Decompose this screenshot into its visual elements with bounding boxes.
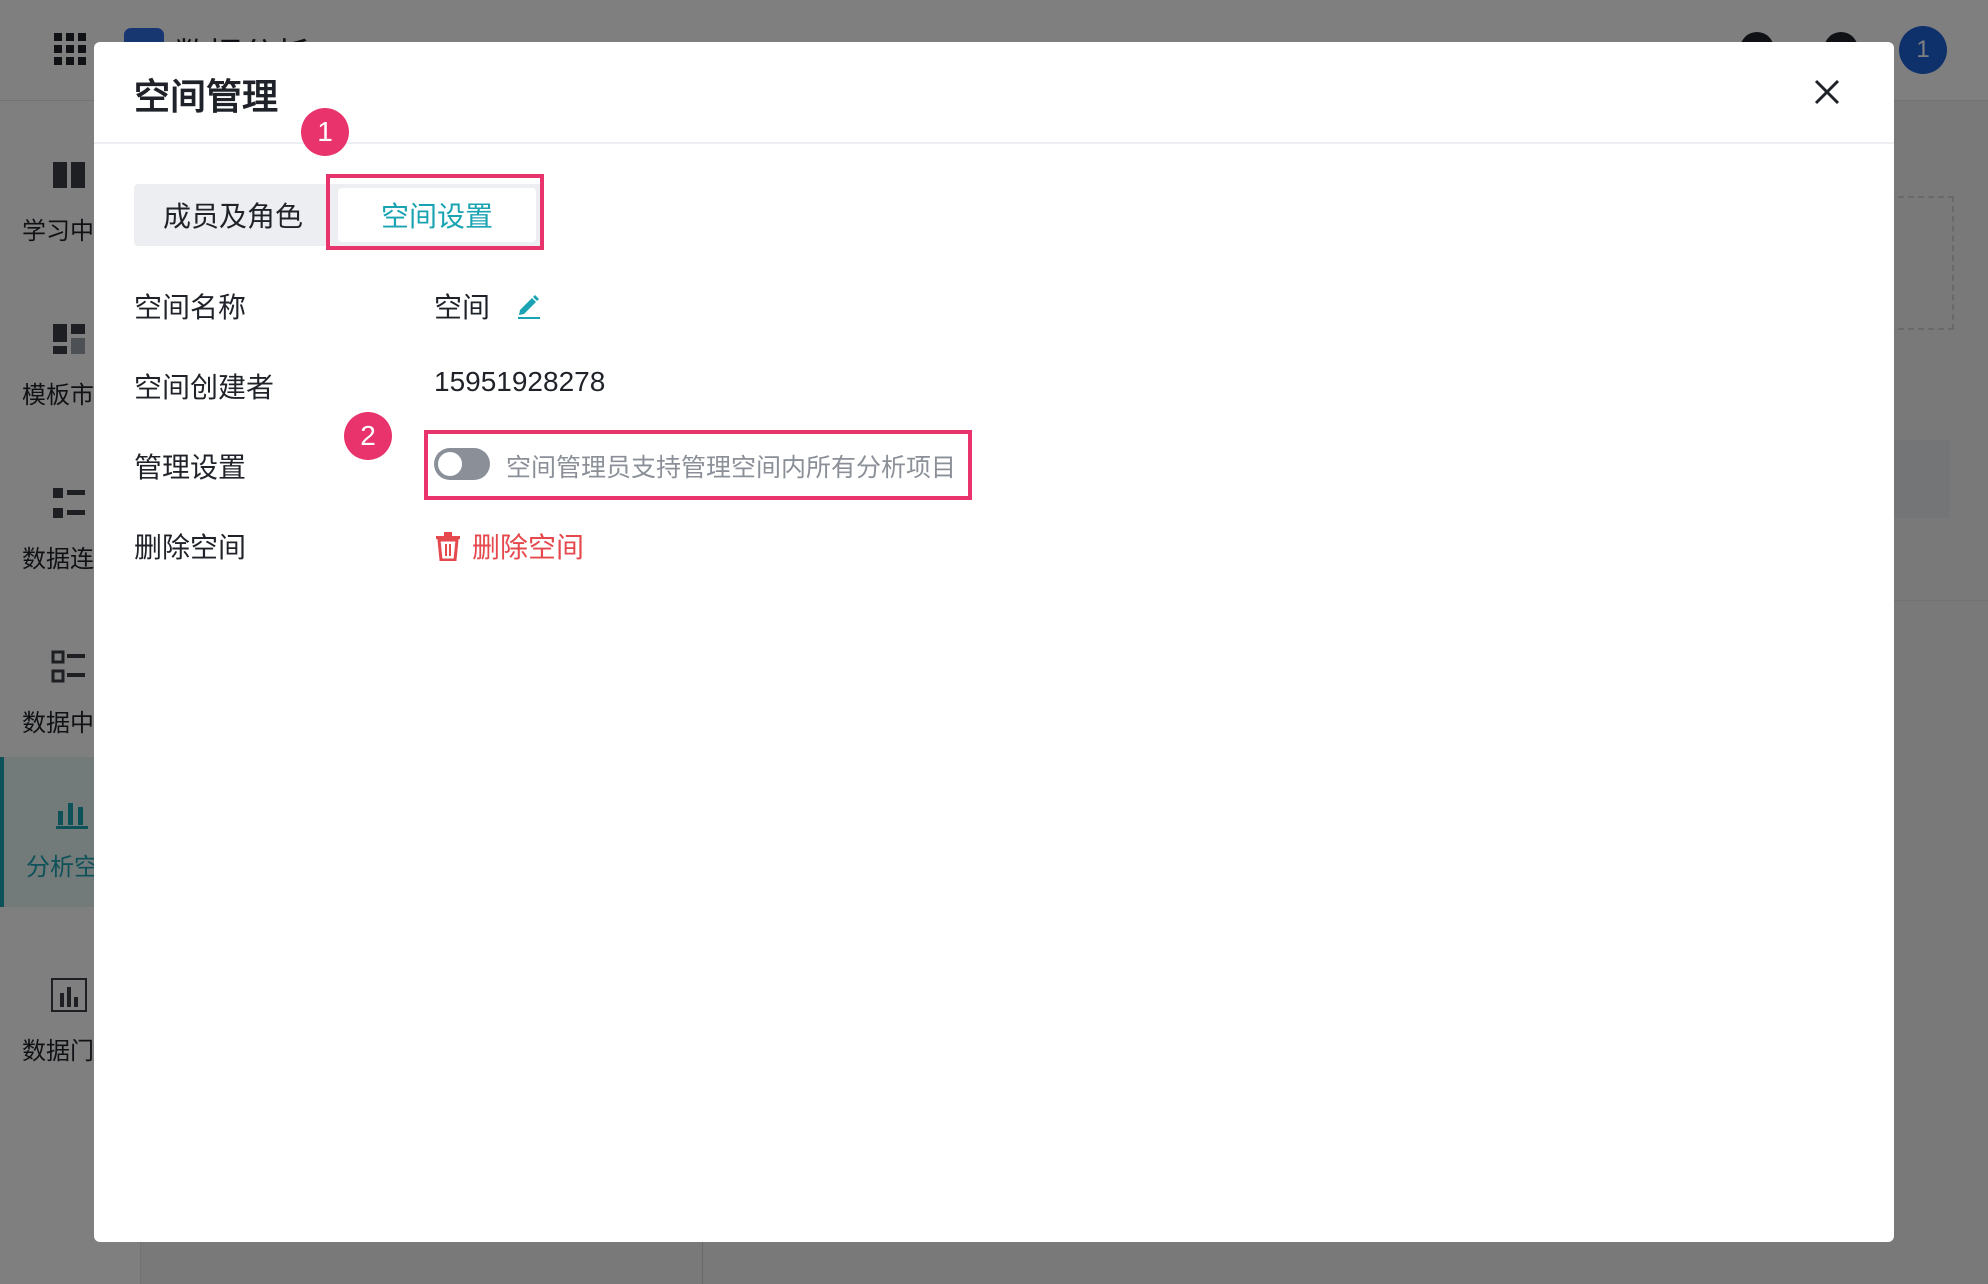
space-creator-label: 空间创建者 <box>134 372 275 403</box>
delete-space-link-label: 删除空间 <box>472 532 585 563</box>
highlight-box-toggle <box>424 430 972 500</box>
manage-settings-label: 管理设置 <box>134 452 247 483</box>
dialog-header: 空间管理 <box>94 42 1894 144</box>
delete-space-button[interactable]: 删除空间 <box>434 526 584 566</box>
trash-icon <box>436 532 460 561</box>
space-name-value: 空间 <box>434 292 491 323</box>
step-badge-1: 1 <box>301 108 349 156</box>
highlight-box-tab <box>326 174 544 250</box>
delete-space-label: 删除空间 <box>134 532 247 563</box>
close-icon[interactable] <box>1811 76 1843 108</box>
step-badge-2: 2 <box>344 412 392 460</box>
space-name-label: 空间名称 <box>134 292 247 323</box>
space-creator-value: 15951928278 <box>434 366 606 397</box>
edit-icon[interactable] <box>514 290 544 320</box>
tab-members-roles[interactable]: 成员及角色 <box>134 184 332 246</box>
dialog-title: 空间管理 <box>134 76 279 117</box>
